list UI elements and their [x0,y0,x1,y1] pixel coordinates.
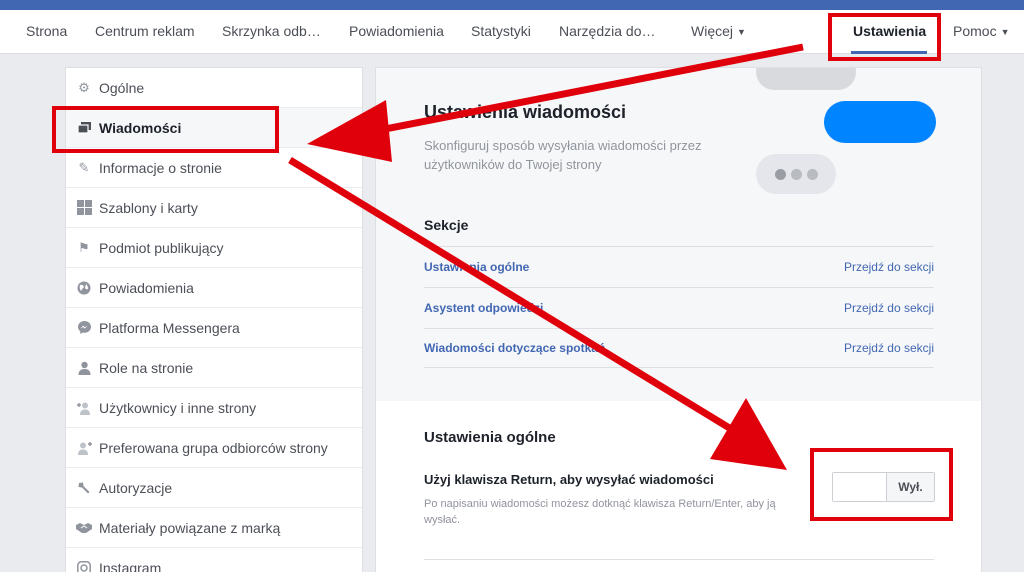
sidebar-item-informacje[interactable]: ✎ Informacje o stronie [66,148,362,188]
nav-narzedzia[interactable]: Narzędzia do… [559,10,656,54]
person-star-icon [76,440,92,456]
sidebar-item-label: Platforma Messengera [99,319,240,336]
sidebar-item-materialy[interactable]: Materiały powiązane z marką [66,508,362,548]
grid-icon [76,200,92,216]
sidebar-item-label: Role na stronie [99,359,194,376]
section-go-link[interactable]: Przejdź do sekcji [844,260,934,274]
sidebar-item-preferowana-grupa[interactable]: Preferowana grupa odbiorców strony [66,428,362,468]
top-blue-strip [0,0,1024,10]
nav-powiadomienia[interactable]: Powiadomienia [349,10,444,54]
nav-wiecej[interactable]: Więcej ▼ [691,10,746,54]
sidebar-item-szablony[interactable]: Szablony i karty [66,188,362,228]
illustration-bubble-grey [756,68,856,90]
sidebar-item-label: Materiały powiązane z marką [99,519,281,536]
section-row: Asystent odpowiedzi Przejdź do sekcji [424,287,934,327]
sidebar-item-label: Ogólne [99,79,145,96]
sidebar-item-podmiot[interactable]: ⚑ Podmiot publikujący [66,228,362,268]
sidebar-item-label: Powiadomienia [99,279,194,296]
nav-wiecej-label: Więcej [691,23,734,39]
sidebar-item-label: Podmiot publikujący [99,239,224,256]
return-key-setting-label: Użyj klawisza Return, aby wysyłać wiadom… [424,472,714,487]
nav-pomoc-label: Pomoc [953,23,997,39]
section-row: Wiadomości dotyczące spotkań Przejdź do … [424,328,934,368]
illustration-typing-bubble [756,154,836,194]
nav-statystyki[interactable]: Statystyki [471,10,531,54]
sidebar-item-label: Instagram [99,559,162,572]
divider [424,559,934,560]
pencil-icon: ✎ [78,159,90,175]
nav-skrzynka-odbiorcza[interactable]: Skrzynka odb… [222,10,321,54]
section-link-asystent[interactable]: Asystent odpowiedzi [424,301,543,315]
nav-pomoc[interactable]: Pomoc ▼ [953,10,1010,54]
section-go-link[interactable]: Przejdź do sekcji [844,301,934,315]
annotation-box-wiadomosci [52,106,279,153]
annotation-box-toggle [810,448,953,521]
illustration-bubble-blue [824,101,936,143]
return-key-setting-description: Po napisaniu wiadomości możesz dotknąć k… [424,498,776,526]
sidebar-item-label: Użytkownicy i inne strony [99,399,257,416]
nav-centrum-reklam[interactable]: Centrum reklam [95,10,195,54]
sidebar-item-label: Szablony i karty [99,199,198,216]
sidebar-item-label: Preferowana grupa odbiorców strony [99,439,328,456]
nav-strona[interactable]: Strona [26,10,67,54]
gear-icon: ⚙ [78,79,90,95]
section-go-link[interactable]: Przejdź do sekcji [844,341,934,355]
sidebar-item-uzytkownicy[interactable]: Użytkownicy i inne strony [66,388,362,428]
page-title: Ustawienia wiadomości [424,102,627,122]
sidebar-item-ogolne[interactable]: ⚙ Ogólne [66,68,362,108]
section-row: Ustawienia ogólne Przejdź do sekcji [424,246,934,286]
sidebar-item-role[interactable]: Role na stronie [66,348,362,388]
sidebar-item-powiadomienia[interactable]: Powiadomienia [66,268,362,308]
section-link-ustawienia-ogolne[interactable]: Ustawienia ogólne [424,260,529,274]
caret-down-icon: ▼ [737,26,746,37]
general-settings-heading: Ustawienia ogólne [424,429,556,446]
section-link-spotkania[interactable]: Wiadomości dotyczące spotkań [424,341,605,355]
handshake-icon [76,520,92,536]
sidebar-item-label: Informacje o stronie [99,159,222,176]
person-icon [76,360,92,376]
instagram-icon [76,560,92,572]
messenger-icon [76,320,92,336]
sidebar-item-messenger[interactable]: Platforma Messengera [66,308,362,348]
wrench-icon [76,480,92,496]
annotation-box-ustawienia [828,13,941,61]
sidebar-item-label: Autoryzacje [99,479,173,496]
page-description: Skonfiguruj sposób wysyłania wiadomości … [424,138,702,172]
flag-icon: ⚑ [78,239,90,255]
sidebar-item-instagram[interactable]: Instagram [66,548,362,572]
sidebar-item-autoryzacje[interactable]: Autoryzacje [66,468,362,508]
caret-down-icon: ▼ [1000,26,1010,37]
sections-heading: Sekcje [424,217,469,233]
person-plus-icon [76,400,92,416]
globe-icon [76,280,92,296]
